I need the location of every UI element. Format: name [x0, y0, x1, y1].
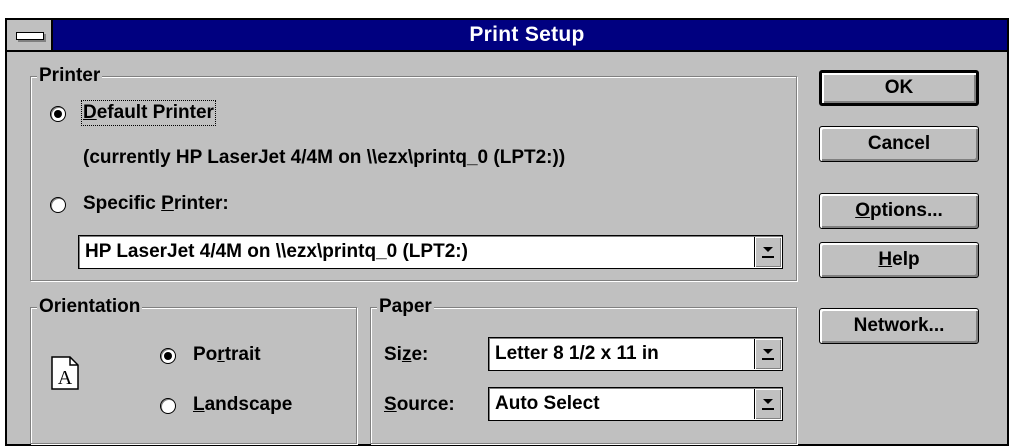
orientation-group-legend: Orientation — [37, 296, 143, 318]
cancel-button[interactable]: Cancel — [819, 126, 979, 162]
paper-group: Paper — [370, 296, 797, 444]
portrait-icon-letter: A — [58, 367, 73, 389]
orientation-group: Orientation — [30, 296, 357, 444]
network-button[interactable]: Network... — [819, 308, 979, 344]
landscape-label[interactable]: Landscape — [193, 394, 292, 416]
chevron-down-icon[interactable] — [754, 389, 781, 419]
portrait-radio[interactable] — [160, 348, 176, 364]
paper-group-legend: Paper — [377, 296, 434, 318]
source-label: Source: — [384, 394, 455, 415]
default-printer-label[interactable]: Default Printer — [81, 100, 216, 126]
specific-printer-label[interactable]: Specific Printer: — [83, 193, 229, 215]
printer-group-legend: Printer — [37, 65, 103, 87]
paper-size-value: Letter 8 1/2 x 11 in — [495, 343, 659, 364]
portrait-page-icon: A — [51, 356, 79, 390]
paper-source-select[interactable]: Auto Select — [488, 387, 783, 421]
portrait-label[interactable]: Portrait — [193, 344, 261, 366]
ok-button[interactable]: OK — [819, 70, 979, 106]
paper-size-select[interactable]: Letter 8 1/2 x 11 in — [488, 337, 783, 371]
window-title: Print Setup — [469, 23, 585, 46]
chevron-down-icon[interactable] — [754, 339, 781, 369]
size-label: Size: — [384, 344, 429, 365]
paper-source-value: Auto Select — [495, 393, 600, 414]
help-button[interactable]: Help — [819, 242, 979, 278]
printer-select[interactable]: HP LaserJet 4/4M on \\ezx\printq_0 (LPT2… — [78, 235, 783, 269]
printer-select-value: HP LaserJet 4/4M on \\ezx\printq_0 (LPT2… — [85, 241, 468, 262]
chevron-down-icon[interactable] — [754, 237, 781, 267]
options-button[interactable]: Options... — [819, 193, 979, 229]
default-printer-radio[interactable] — [50, 106, 66, 122]
current-printer-text: (currently HP LaserJet 4/4M on \\ezx\pri… — [83, 147, 566, 168]
title-bar[interactable]: Print Setup — [7, 20, 1007, 52]
specific-printer-radio[interactable] — [50, 197, 66, 213]
landscape-radio[interactable] — [160, 398, 176, 414]
print-setup-dialog: Print Setup Printer Default Printer (cur… — [5, 18, 1009, 446]
